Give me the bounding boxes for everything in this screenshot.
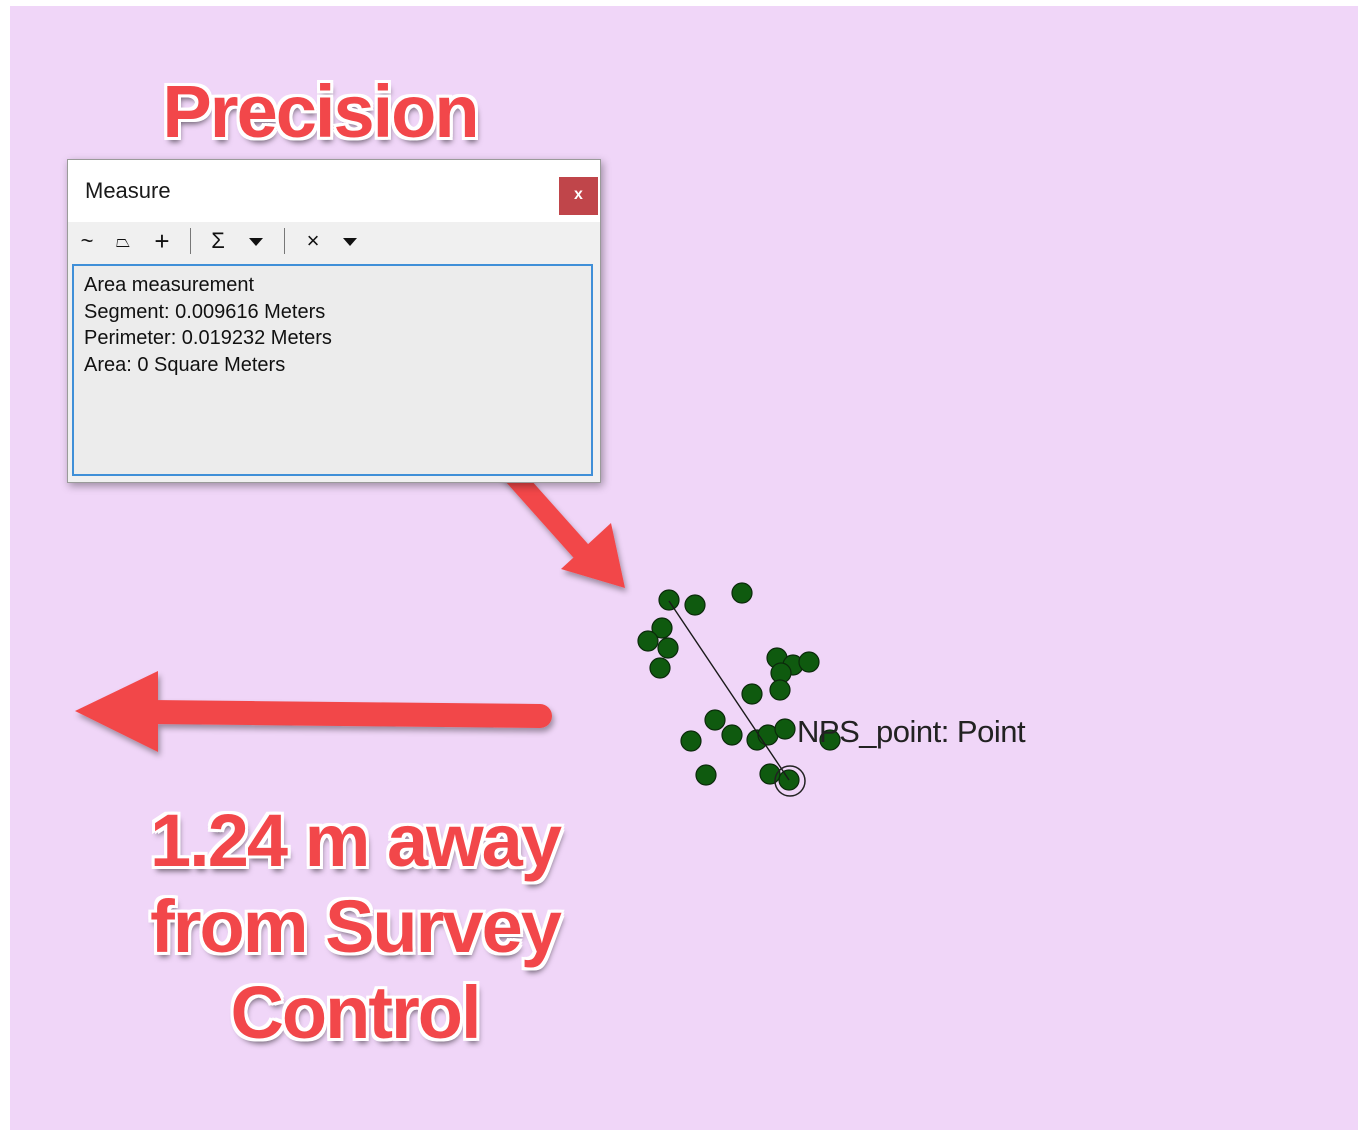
clear-icon[interactable]: × [302, 228, 324, 254]
distance-callout-line-2: from Survey [150, 885, 562, 968]
gnss-point[interactable] [721, 724, 743, 746]
gnss-point[interactable] [649, 657, 671, 679]
measure-feature-icon[interactable]: + [150, 228, 174, 254]
distance-callout-line-1: 1.24 m away [150, 799, 562, 882]
toolbar-divider [190, 228, 191, 254]
gnss-point[interactable] [637, 630, 659, 652]
measure-window: Measure x ~ ⏢ + Σ × Area measurement Seg… [67, 159, 601, 483]
gnss-point[interactable] [684, 594, 706, 616]
gnss-point[interactable] [657, 637, 679, 659]
left-arrow [75, 671, 552, 752]
close-button[interactable]: x [559, 177, 598, 215]
gnss-point[interactable] [774, 718, 796, 740]
measure-toolbar: ~ ⏢ + Σ × [68, 222, 600, 260]
measure-line-icon[interactable]: ~ [76, 228, 98, 254]
window-title: Measure [85, 178, 171, 203]
distance-callout: 1.24 m away from Survey Control [95, 798, 615, 1056]
measure-area-icon[interactable]: ⏢ [112, 228, 134, 254]
gnss-point[interactable] [658, 589, 680, 611]
gnss-points [637, 582, 841, 791]
gnss-point[interactable] [680, 730, 702, 752]
measure-results: Area measurement Segment: 0.009616 Meter… [72, 264, 593, 476]
chevron-down-icon[interactable] [249, 238, 263, 246]
gnss-point[interactable] [741, 683, 763, 705]
feature-label: NPS_point: Point [797, 714, 1026, 749]
distance-callout-line-3: Control [230, 971, 481, 1054]
toolbar-divider [284, 228, 285, 254]
measure-titlebar[interactable]: Measure x [68, 160, 600, 222]
gnss-point[interactable] [731, 582, 753, 604]
result-line: Area: 0 Square Meters [84, 353, 286, 376]
result-line: Perimeter: 0.019232 Meters [84, 327, 332, 349]
precision-title: Precision [162, 70, 479, 153]
gnss-point[interactable] [769, 679, 791, 701]
chevron-down-icon[interactable] [343, 238, 357, 246]
gnss-point[interactable] [704, 709, 726, 731]
gnss-point[interactable] [798, 651, 820, 673]
gnss-point[interactable] [695, 764, 717, 786]
result-line: Area measurement [84, 274, 255, 296]
sum-icon[interactable]: Σ [207, 228, 229, 254]
result-line: Segment: 0.009616 Meters [84, 300, 326, 323]
